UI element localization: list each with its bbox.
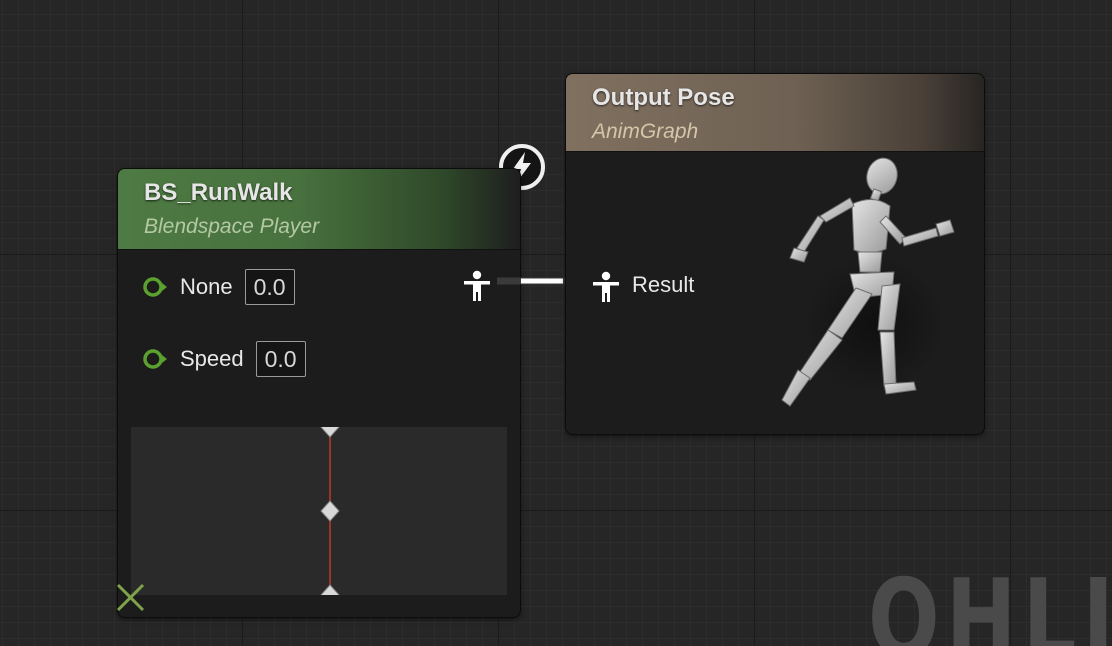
blendspace-player-node[interactable]: BS_RunWalk Blendspace Player None 0.0 Sp… (118, 169, 520, 617)
node-header[interactable]: BS_RunWalk Blendspace Player (118, 169, 520, 250)
pin-label: Result (632, 272, 695, 297)
float-pin-icon[interactable] (142, 349, 168, 369)
anim-graph-canvas[interactable]: BS_RunWalk Blendspace Player None 0.0 Sp… (0, 0, 1112, 646)
input-pin-row-result: Result (632, 272, 694, 298)
node-title: BS_RunWalk (144, 179, 293, 206)
node-header[interactable]: Output Pose AnimGraph (566, 74, 984, 152)
node-subtitle: Blendspace Player (144, 215, 320, 238)
close-x-icon[interactable] (115, 582, 146, 613)
blendspace-preview[interactable] (131, 416, 507, 606)
mannequin-running-icon (781, 157, 955, 407)
sample-point[interactable] (320, 500, 340, 522)
float-value-input[interactable]: 0.0 (255, 341, 306, 377)
graph-watermark: OHLJ (868, 557, 1112, 646)
input-pin-row-speed: Speed 0.0 (142, 341, 306, 377)
node-title: Output Pose (592, 84, 735, 111)
pin-label: None (180, 274, 233, 299)
person-pose-icon[interactable] (462, 270, 492, 302)
sample-point[interactable] (320, 416, 340, 438)
float-value-input[interactable]: 0.0 (244, 269, 295, 305)
float-pin-icon[interactable] (142, 277, 168, 297)
person-pose-icon[interactable] (591, 271, 621, 303)
pin-label: Speed (180, 346, 244, 371)
blendspace-graph (320, 416, 340, 606)
output-pose-node[interactable]: Output Pose AnimGraph Result (566, 74, 984, 434)
node-subtitle: AnimGraph (592, 120, 699, 143)
input-pin-row-none: None 0.0 (142, 269, 295, 305)
sample-point[interactable] (320, 584, 340, 606)
